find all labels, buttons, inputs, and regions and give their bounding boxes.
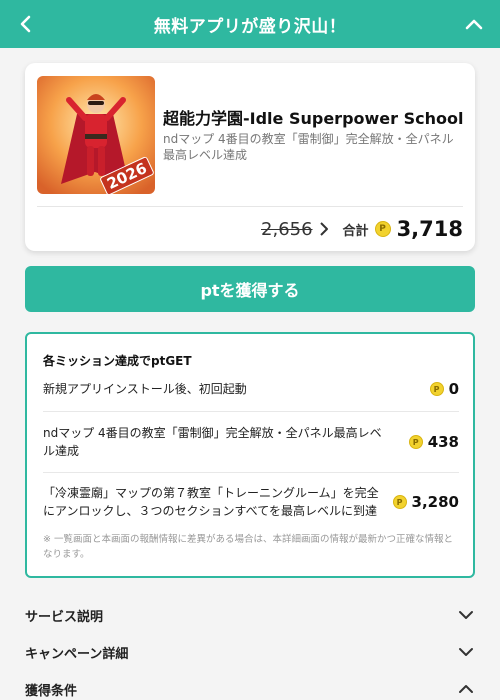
- disclaimer-note: ※ 一覧画面と本画面の報酬情報に差異がある場合は、本詳細画面の情報が最新かつ正確…: [43, 534, 453, 560]
- mission-points: 438: [427, 433, 459, 451]
- mission-points: 3,280: [411, 493, 459, 511]
- accordion-label: 獲得条件: [25, 683, 78, 699]
- app-icon[interactable]: 2026: [37, 76, 155, 194]
- chevron-up-icon: [465, 19, 483, 30]
- total-label: 合計: [342, 223, 369, 239]
- coin-icon: P: [429, 382, 444, 396]
- coin-icon: P: [374, 221, 391, 237]
- mission-item: ndマップ 4番目の教室「雷制御」完全解放・全パネル最高レベル達成 P 438: [43, 424, 459, 460]
- mission-list: 各ミッション達成でptGET 新規アプリインストール後、初回起動 P 0 ndマ…: [25, 332, 475, 578]
- chevron-right-icon: [319, 222, 333, 236]
- mission-list-title: 各ミッション達成でptGET: [43, 354, 192, 368]
- app-name: 超能力学園-Idle Superpower School: [163, 109, 464, 128]
- mission-item: 新規アプリインストール後、初回起動 P 0: [43, 380, 459, 398]
- header-bar: 無料アプリが盛り沢山！: [0, 0, 500, 48]
- back-button[interactable]: [14, 12, 38, 36]
- divider: [43, 472, 459, 473]
- coin-icon: P: [408, 435, 423, 449]
- page-title: 無料アプリが盛り沢山！: [153, 16, 347, 37]
- mission-reward: P 438: [408, 433, 459, 451]
- chevron-down-icon: [457, 643, 475, 661]
- collapse-button[interactable]: [462, 12, 486, 36]
- chevron-up-icon: [457, 680, 475, 698]
- app-description: ndマップ 4番目の教室「雷制御」完全解放・全パネル最高レベル達成: [163, 132, 454, 162]
- mission-reward: P 0: [429, 380, 459, 398]
- total-points: 3,718: [396, 217, 463, 241]
- accordion-service-description[interactable]: サービス説明: [25, 600, 475, 630]
- accordion-label: サービス説明: [25, 609, 104, 625]
- app-card: 2026 超能力学園-Idle Superpower School ndマップ …: [25, 63, 475, 251]
- divider: [43, 411, 459, 412]
- get-points-button[interactable]: ptを獲得する: [25, 266, 475, 312]
- chevron-left-icon: [20, 15, 31, 33]
- mission-item: 「冷凍霊廟」マップの第７教室「トレーニングルーム」を完全にアンロックし、３つのセ…: [43, 484, 459, 520]
- accordion-campaign-details[interactable]: キャンペーン詳細: [25, 637, 475, 667]
- card-divider: [37, 206, 463, 207]
- mission-text: ndマップ 4番目の教室「雷制御」完全解放・全パネル最高レベル達成: [43, 426, 382, 458]
- accordion-acquisition-conditions[interactable]: 獲得条件: [25, 674, 475, 700]
- coin-icon: P: [392, 495, 407, 509]
- points-summary: 2,656 合計 P 3,718: [261, 215, 463, 243]
- mission-text: 「冷凍霊廟」マップの第７教室「トレーニングルーム」を完全にアンロックし、３つのセ…: [43, 486, 379, 518]
- mission-reward: P 3,280: [392, 493, 459, 511]
- mission-text: 新規アプリインストール後、初回起動: [43, 382, 247, 396]
- mission-points: 0: [448, 380, 459, 398]
- old-points: 2,656: [261, 218, 313, 240]
- chevron-down-icon: [457, 606, 475, 624]
- accordion-label: キャンペーン詳細: [25, 646, 129, 662]
